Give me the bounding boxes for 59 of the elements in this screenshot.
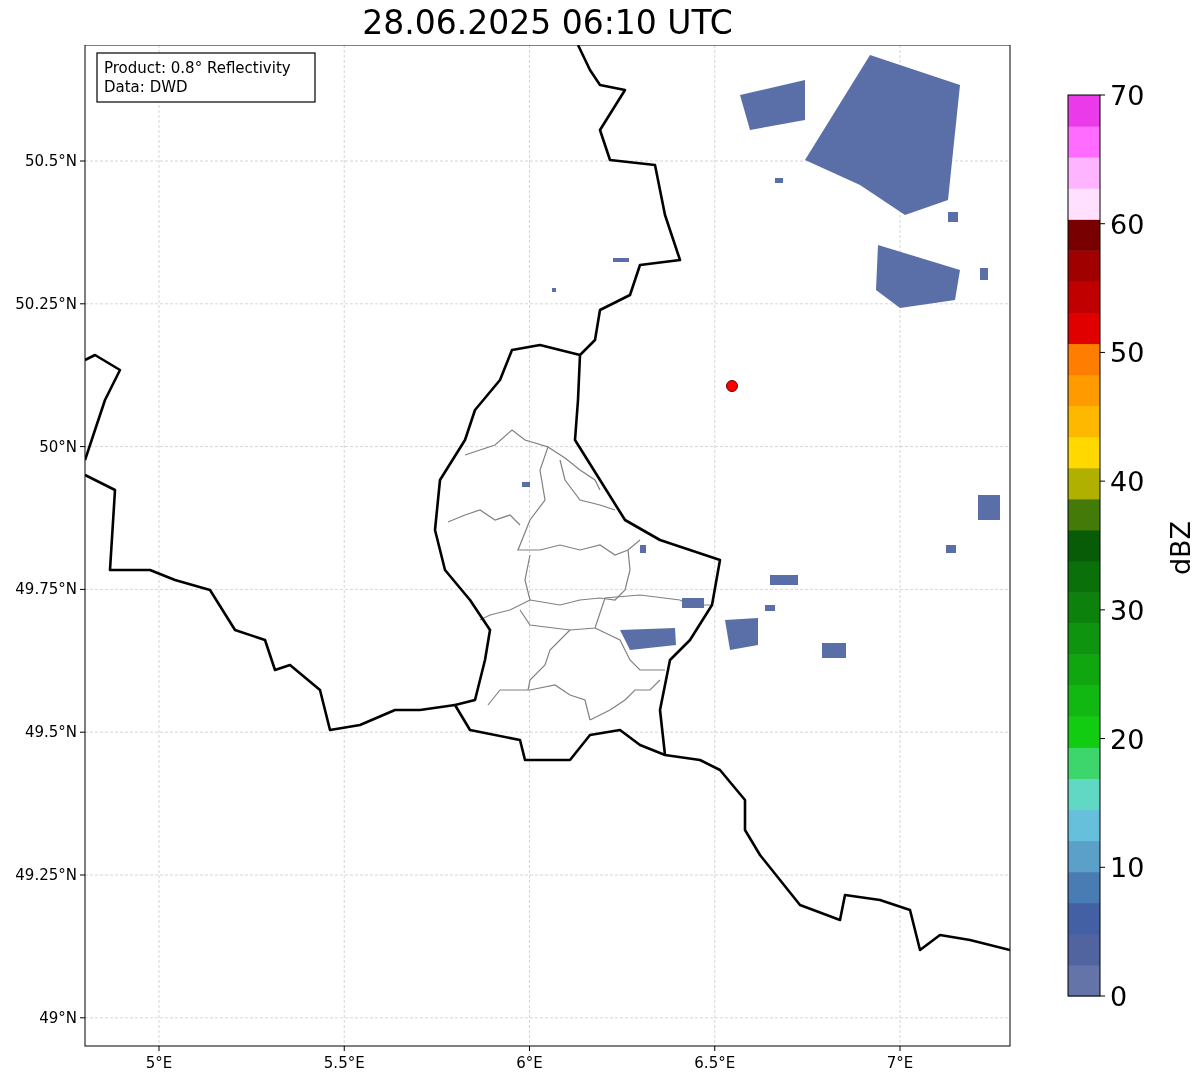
axis-tick-label: 6.5°E	[694, 1054, 736, 1072]
annotation-text: Data: DWD	[104, 78, 188, 96]
axis-tick-label: 49.25°N	[15, 866, 77, 884]
tick-mark	[79, 588, 86, 590]
tick-mark	[79, 874, 86, 876]
tick-mark	[1099, 866, 1106, 868]
tick-mark	[1099, 738, 1106, 740]
tick-mark	[1099, 609, 1106, 611]
radar-echo	[980, 268, 988, 280]
tick-mark	[1099, 480, 1106, 482]
tick-mark	[79, 731, 86, 733]
tick-mark	[79, 1017, 86, 1019]
colorbar-tick-label: 20	[1110, 723, 1145, 755]
colorbar-tick-label: 40	[1110, 466, 1145, 498]
radar-echo	[946, 545, 956, 553]
colorbar-tick-label: 0	[1110, 981, 1128, 1012]
tick-mark	[1099, 351, 1106, 353]
colorbar-tick-label: 60	[1110, 208, 1145, 240]
tick-mark	[529, 1045, 530, 1052]
tick-mark	[79, 303, 86, 305]
axis-tick-label: 6°E	[516, 1054, 543, 1072]
axis-tick-label: 50°N	[39, 437, 77, 456]
axis-tick-label: 5°E	[145, 1054, 173, 1072]
tick-mark	[899, 1045, 901, 1052]
tick-mark	[1099, 995, 1106, 997]
annotation-text: Product: 0.8° Reflectivity	[104, 59, 291, 77]
radar-echo	[522, 482, 530, 487]
tick-mark	[714, 1045, 716, 1052]
colorbar-tick-label: 30	[1110, 594, 1145, 626]
axis-tick-label: 49°N	[39, 1008, 77, 1027]
axis-tick-label: 50.5°N	[24, 152, 77, 170]
radar-echo	[770, 575, 798, 585]
tick-mark	[1099, 94, 1106, 96]
tick-mark	[1099, 223, 1106, 225]
colorbar-tick-label: 70	[1110, 80, 1145, 111]
radar-echo	[552, 288, 556, 292]
radar-echo	[765, 605, 775, 611]
axis-tick-label: 49.5°N	[24, 723, 77, 742]
radar-echo	[640, 545, 646, 553]
tick-mark	[79, 160, 86, 162]
axis-tick-label: 5.5°E	[323, 1054, 365, 1072]
tick-mark	[343, 1045, 345, 1052]
axis-tick-label: 50.25°N	[15, 294, 77, 313]
radar-echo	[682, 598, 704, 608]
axis-tick-label: 49.75°N	[15, 580, 77, 599]
chart-title: 28.06.2025 06:10 UTC	[362, 6, 733, 39]
tick-mark	[79, 446, 86, 448]
radar-echo	[613, 258, 629, 262]
radar-echo	[822, 643, 846, 658]
tick-mark	[158, 1045, 160, 1052]
colorbar-tick-label: 50	[1110, 337, 1145, 369]
colorbar-label: dBZ	[1165, 520, 1196, 576]
location-marker	[726, 380, 738, 392]
colorbar-tick-label: 10	[1110, 852, 1145, 884]
radar-echo	[725, 618, 758, 650]
radar-echo	[978, 495, 1000, 520]
radar-echo	[620, 628, 676, 650]
radar-echo	[775, 178, 783, 183]
axis-tick-label: 7°E	[886, 1054, 914, 1072]
